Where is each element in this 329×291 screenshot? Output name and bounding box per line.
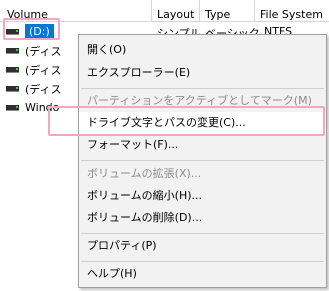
menu-separator bbox=[81, 88, 324, 89]
volume-name: (ディス bbox=[25, 82, 62, 96]
menu-separator bbox=[81, 233, 324, 234]
volume-name: (ディス bbox=[25, 44, 62, 58]
context-menu: 開く(O) エクスプローラー(E) パーティションをアクティブとしてマーク(M)… bbox=[78, 34, 327, 288]
column-header-layout[interactable]: Layout bbox=[152, 0, 200, 22]
menu-separator bbox=[81, 261, 324, 262]
volume-name: (ディス bbox=[25, 63, 62, 77]
drive-icon bbox=[6, 85, 19, 92]
column-header-volume[interactable]: Volume bbox=[0, 0, 152, 22]
drive-icon bbox=[6, 47, 19, 54]
column-header-file-system[interactable]: File System bbox=[255, 0, 329, 22]
drive-icon bbox=[6, 104, 19, 111]
menu-separator bbox=[81, 160, 324, 161]
menu-item-mark-active: パーティションをアクティブとしてマーク(M) bbox=[87, 94, 312, 107]
menu-item-shrink-volume[interactable]: ボリュームの縮小(H)... bbox=[79, 185, 326, 207]
menu-item-change-drive-letter[interactable]: ドライブ文字とパスの変更(C)... bbox=[79, 112, 326, 134]
menu-item-properties[interactable]: プロパティ(P) bbox=[79, 235, 326, 257]
volume-name: (D:) bbox=[25, 24, 54, 39]
drive-icon bbox=[6, 66, 19, 73]
menu-item-help[interactable]: ヘルプ(H) bbox=[79, 263, 326, 285]
volume-list-header: Volume Layout Type File System bbox=[0, 0, 329, 22]
menu-item-format[interactable]: フォーマット(F)... bbox=[79, 134, 326, 156]
menu-item-delete-volume[interactable]: ボリュームの削除(D)... bbox=[79, 207, 326, 229]
disk-management-window: Volume Layout Type File System (D:) シンプル… bbox=[0, 0, 329, 291]
menu-item-open[interactable]: 開く(O) bbox=[79, 39, 326, 61]
menu-item-explorer[interactable]: エクスプローラー(E) bbox=[79, 62, 326, 84]
menu-item-extend-volume: ボリュームの拡張(X)... bbox=[87, 167, 202, 180]
volume-name: Windo bbox=[25, 101, 60, 114]
drive-icon bbox=[6, 28, 19, 35]
column-header-type[interactable]: Type bbox=[200, 0, 255, 22]
